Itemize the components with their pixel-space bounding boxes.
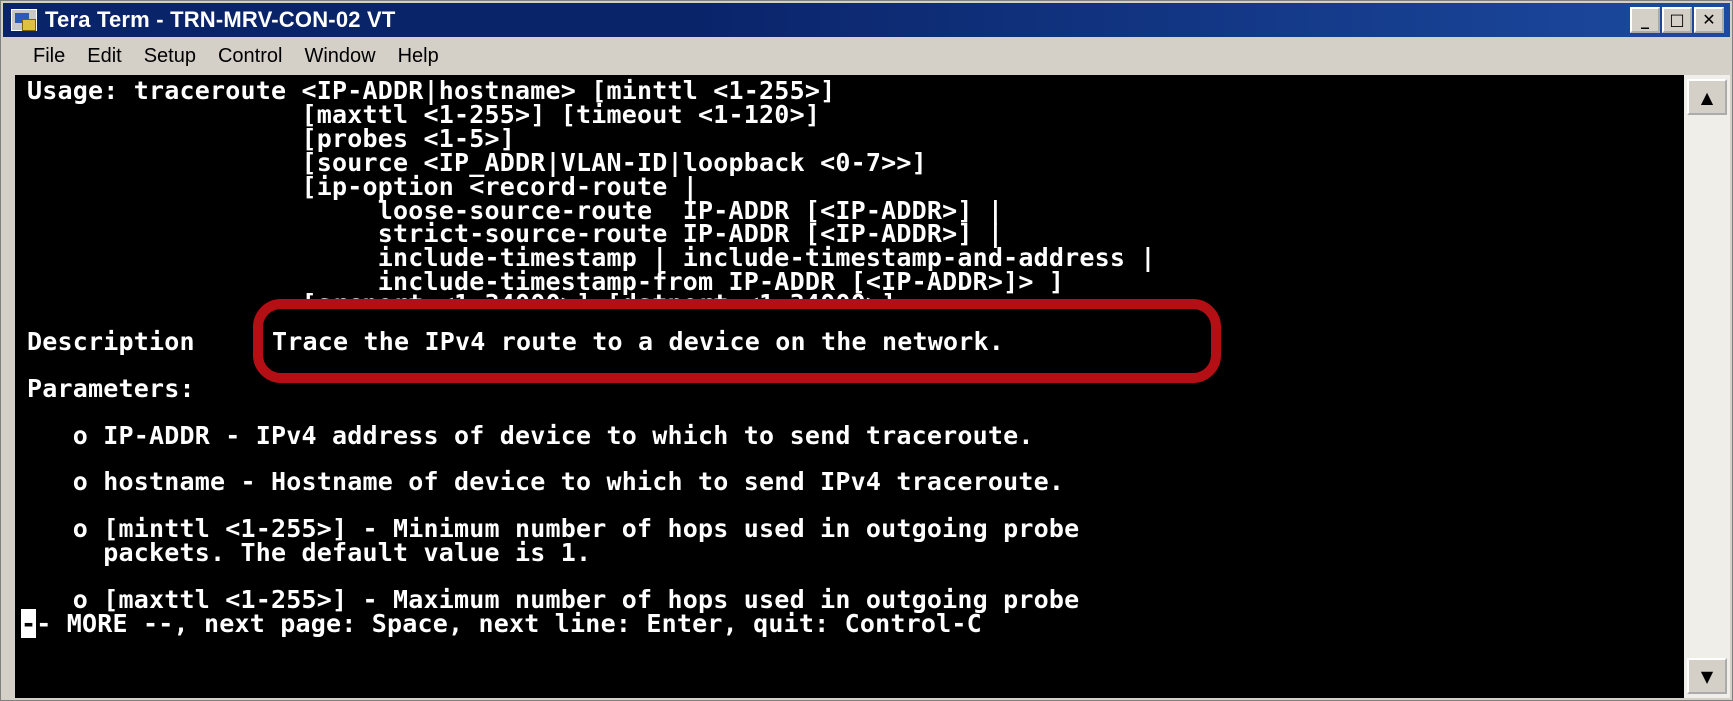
param-minttl-cont: packets. The default value is 1. <box>27 538 592 567</box>
menu-bar: File Edit Setup Control Window Help <box>3 39 1730 73</box>
window-controls: _ □ ✕ <box>1630 7 1724 33</box>
parameters-label: Parameters: <box>27 374 195 403</box>
minimize-button[interactable]: _ <box>1630 7 1660 33</box>
menu-control[interactable]: Control <box>207 45 293 68</box>
menu-edit[interactable]: Edit <box>76 45 132 68</box>
terminal-cursor: - <box>21 609 37 638</box>
scroll-down-arrow-icon[interactable]: ▼ <box>1687 658 1727 694</box>
close-button[interactable]: ✕ <box>1694 7 1724 33</box>
menu-help[interactable]: Help <box>387 45 450 68</box>
more-prompt: - MORE --, next page: Space, next line: … <box>36 609 982 638</box>
window-title: Tera Term - TRN-MRV-CON-02 VT <box>45 7 396 32</box>
description-highlight-box <box>253 299 1221 383</box>
description-label: Description <box>27 327 195 356</box>
vertical-scrollbar[interactable]: ▲ ▼ <box>1684 75 1730 698</box>
tera-term-app-icon[interactable] <box>11 9 37 31</box>
tera-term-window: Tera Term - TRN-MRV-CON-02 VT _ □ ✕ File… <box>0 0 1733 701</box>
param-hostname: o hostname - Hostname of device to which… <box>27 467 1065 496</box>
menu-window[interactable]: Window <box>293 45 386 68</box>
param-ip-addr: o IP-ADDR - IPv4 address of device to wh… <box>27 421 1034 450</box>
terminal-screen[interactable]: Usage: traceroute <IP-ADDR|hostname> [mi… <box>15 75 1684 698</box>
scroll-up-arrow-icon[interactable]: ▲ <box>1687 79 1727 115</box>
menu-file[interactable]: File <box>3 45 76 68</box>
title-bar[interactable]: Tera Term - TRN-MRV-CON-02 VT _ □ ✕ <box>3 3 1730 37</box>
more-prompt-line: -- MORE --, next page: Space, next line:… <box>21 609 982 638</box>
maximize-button[interactable]: □ <box>1662 7 1692 33</box>
menu-setup[interactable]: Setup <box>133 45 207 68</box>
